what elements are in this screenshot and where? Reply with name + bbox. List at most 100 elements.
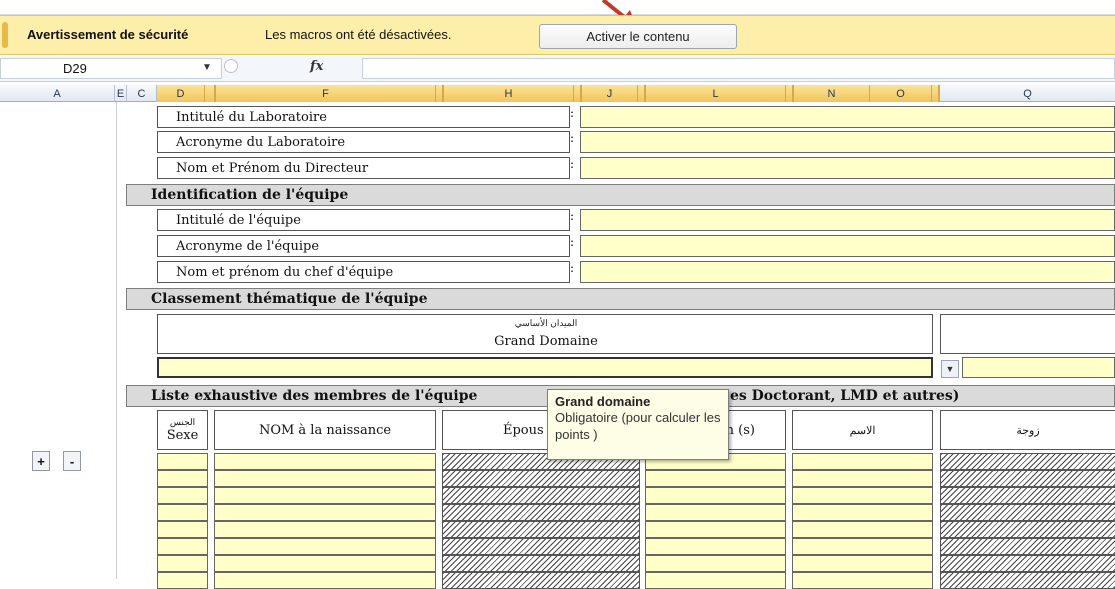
column-header[interactable]: D — [157, 85, 205, 102]
member-cell[interactable] — [157, 572, 208, 589]
column-header[interactable]: G — [436, 85, 444, 102]
colon: : — [570, 261, 575, 275]
member-cell[interactable] — [214, 453, 436, 470]
column-header[interactable]: O — [870, 85, 932, 102]
collapse-minus-button[interactable]: - — [63, 451, 81, 471]
name-box-value: D29 — [63, 61, 87, 76]
member-cell[interactable] — [792, 487, 933, 504]
column-header[interactable]: L — [646, 85, 786, 102]
input-nom-directeur[interactable] — [580, 157, 1115, 179]
tooltip-title: Grand domaine — [555, 394, 651, 409]
enable-content-button[interactable]: Activer le contenu — [539, 24, 737, 49]
tooltip-text: Obligatoire (pour calculer les points ) — [555, 410, 721, 442]
outline-gutter — [0, 102, 117, 579]
label-nom-directeur: Nom et Prénom du Directeur — [157, 157, 570, 179]
fx-icon[interactable]: fx — [310, 59, 323, 74]
dropdown-arrow-icon[interactable]: ▼ — [941, 360, 959, 378]
label-acronyme-laboratoire: Acronyme du Laboratoire — [157, 131, 570, 153]
label-chef-equipe: Nom et prénom du chef d'équipe — [157, 261, 570, 283]
member-cell[interactable] — [157, 538, 208, 555]
member-cell — [442, 470, 640, 487]
label-intitule-equipe: Intitulé de l'équipe — [157, 209, 570, 231]
member-cell[interactable] — [214, 521, 436, 538]
expand-plus-button[interactable]: + — [32, 451, 50, 471]
member-cell — [442, 572, 640, 589]
domaine-header-right — [940, 314, 1115, 354]
member-cell — [442, 555, 640, 572]
member-cell[interactable] — [645, 521, 786, 538]
section-classement-thematique: Classement thématique de l'équipe — [126, 288, 1115, 310]
column-header[interactable]: Q — [940, 85, 1115, 102]
grand-domaine-label: Grand Domaine — [494, 334, 598, 349]
header-epouse-arabic: زوجة — [940, 410, 1115, 450]
member-cell[interactable] — [792, 538, 933, 555]
column-header[interactable]: F — [216, 85, 436, 102]
member-cell[interactable] — [157, 453, 208, 470]
column-header[interactable]: N — [794, 85, 870, 102]
member-cell[interactable] — [214, 555, 436, 572]
input-intitule-laboratoire[interactable] — [580, 106, 1115, 128]
member-cell[interactable] — [157, 555, 208, 572]
colon: : — [570, 235, 575, 249]
column-header[interactable]: E — [205, 85, 216, 102]
chevron-down-icon[interactable]: ▼ — [202, 62, 212, 73]
column-header[interactable]: C — [127, 85, 157, 102]
member-cell[interactable] — [157, 470, 208, 487]
member-cell — [940, 504, 1115, 521]
member-cell[interactable] — [792, 572, 933, 589]
member-cell[interactable] — [214, 470, 436, 487]
column-header[interactable]: K — [638, 85, 646, 102]
member-cell — [442, 538, 640, 555]
member-cell[interactable] — [792, 453, 933, 470]
member-cell[interactable] — [214, 487, 436, 504]
input-intitule-equipe[interactable] — [580, 209, 1115, 231]
cancel-formula-icon[interactable] — [224, 59, 238, 73]
member-cell — [940, 453, 1115, 470]
member-cell — [442, 504, 640, 521]
member-cell[interactable] — [645, 504, 786, 521]
member-cell — [940, 521, 1115, 538]
header-nom-naissance: NOM à la naissance — [214, 410, 436, 450]
header-sexe-arabic: الجنس — [169, 417, 196, 427]
column-header[interactable]: P — [932, 85, 940, 102]
member-cell[interactable] — [214, 572, 436, 589]
member-cell[interactable] — [645, 470, 786, 487]
input-acronyme-laboratoire[interactable] — [580, 131, 1115, 153]
formula-input[interactable] — [362, 58, 1115, 79]
member-cell — [940, 487, 1115, 504]
column-header-bar: A E C D E F G H I J K L M N O P Q — [0, 85, 1115, 102]
member-cell[interactable] — [214, 538, 436, 555]
member-cell[interactable] — [157, 487, 208, 504]
formula-bar: D29 ▼ fx — [0, 56, 1115, 82]
column-header[interactable]: A — [0, 85, 115, 102]
member-cell[interactable] — [645, 538, 786, 555]
input-acronyme-equipe[interactable] — [580, 235, 1115, 257]
member-cell[interactable] — [645, 572, 786, 589]
member-cell[interactable] — [645, 487, 786, 504]
name-box[interactable]: D29 — [0, 58, 222, 79]
ribbon-edge — [0, 0, 1115, 15]
member-cell[interactable] — [792, 555, 933, 572]
member-cell[interactable] — [157, 521, 208, 538]
column-header[interactable]: M — [786, 85, 794, 102]
member-cell[interactable] — [645, 555, 786, 572]
member-cell[interactable] — [792, 521, 933, 538]
domaine-select-right[interactable] — [962, 357, 1115, 378]
member-cell — [442, 487, 640, 504]
column-header[interactable]: J — [582, 85, 638, 102]
column-header[interactable]: H — [444, 85, 574, 102]
security-warning-message: Les macros ont été désactivées. — [265, 27, 452, 42]
column-header[interactable]: I — [574, 85, 582, 102]
member-cell[interactable] — [157, 504, 208, 521]
grand-domaine-select[interactable] — [157, 357, 933, 378]
colon: : — [570, 106, 575, 120]
member-cell — [442, 521, 640, 538]
column-header[interactable]: E — [115, 85, 127, 102]
member-cell[interactable] — [792, 470, 933, 487]
member-cell[interactable] — [214, 504, 436, 521]
colon: : — [570, 157, 575, 171]
label-acronyme-equipe: Acronyme de l'équipe — [157, 235, 570, 257]
member-cell[interactable] — [792, 504, 933, 521]
header-sexe-label: Sexe — [166, 428, 199, 443]
input-chef-equipe[interactable] — [580, 261, 1115, 283]
